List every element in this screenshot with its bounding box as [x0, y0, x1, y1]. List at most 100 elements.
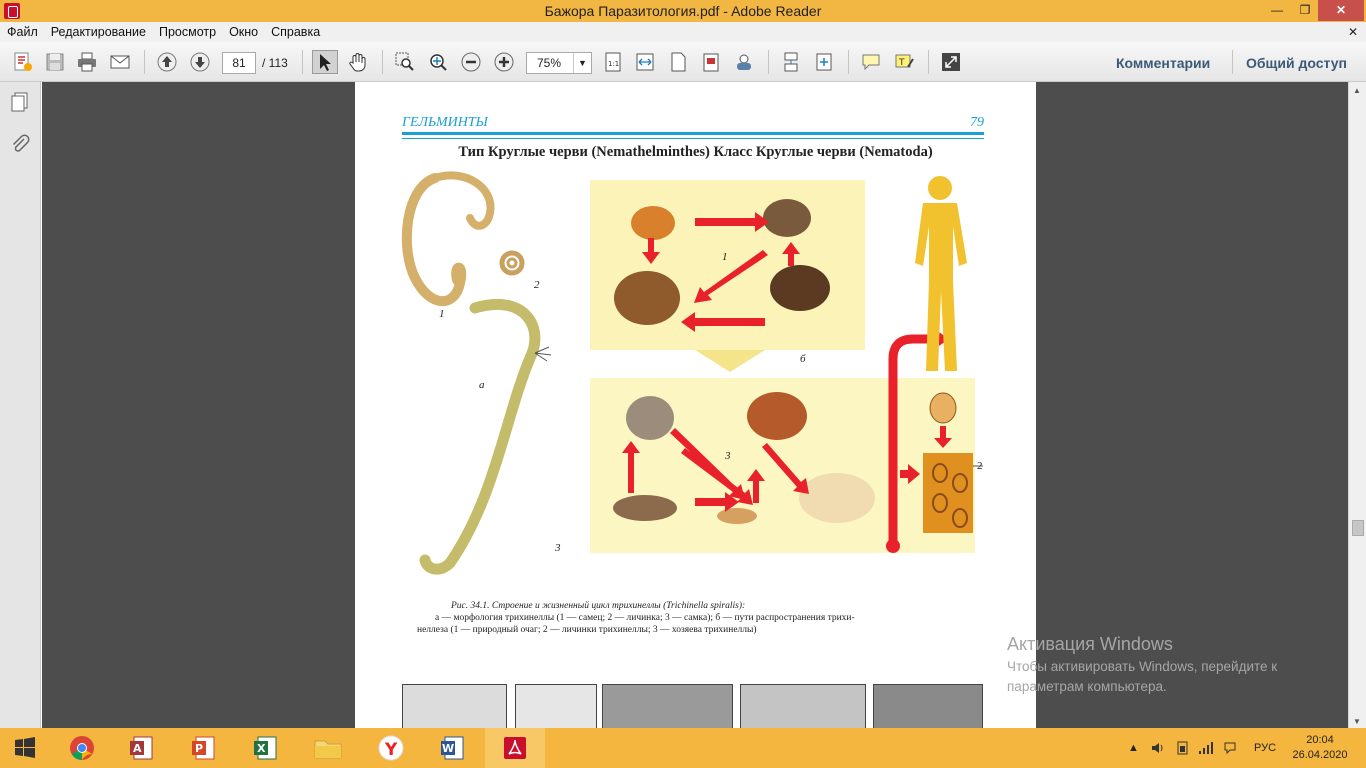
- menu-edit[interactable]: Редактирование: [51, 25, 146, 39]
- taskbar: A P X Y W ▲ РУС 20:04 26.04.2020: [0, 728, 1366, 768]
- menu-window[interactable]: Окно: [229, 25, 258, 39]
- micrograph-4: [740, 684, 866, 728]
- zoom-value: 75%: [537, 56, 562, 70]
- excel-icon[interactable]: X: [236, 728, 296, 768]
- micrograph-5: [873, 684, 983, 728]
- micrograph-3: [602, 684, 733, 728]
- svg-text:P: P: [195, 742, 203, 755]
- page-header: ГЕЛЬМИНТЫ 79: [402, 115, 984, 139]
- access-icon[interactable]: A: [112, 728, 172, 768]
- page-total: / 113: [262, 56, 288, 70]
- svg-text:A: A: [133, 742, 142, 755]
- svg-text:X: X: [257, 742, 266, 755]
- share-button[interactable]: Общий доступ: [1246, 55, 1347, 71]
- label-natural-focus: 1: [722, 251, 728, 263]
- svg-text:Y: Y: [384, 740, 398, 760]
- menu-help[interactable]: Справка: [271, 25, 320, 39]
- network-icon[interactable]: [1198, 728, 1214, 768]
- label-female: 3: [555, 542, 561, 554]
- scroll-up-icon[interactable]: ▲: [1353, 86, 1361, 95]
- label-a: а: [479, 379, 485, 391]
- adobe-reader-taskbar-icon[interactable]: [485, 728, 545, 768]
- menu-bar: Файл Редактирование Просмотр Окно Справк…: [0, 22, 1366, 42]
- title-bar: Бажора Паразитология.pdf - Adobe Reader …: [0, 0, 1366, 22]
- page-thumbnails-icon[interactable]: [8, 90, 32, 114]
- activation-watermark-text: Чтобы активировать Windows, перейдите к …: [1007, 659, 1278, 694]
- chevron-down-icon[interactable]: ▼: [573, 53, 591, 73]
- clock-time: 20:04: [1306, 734, 1334, 746]
- comments-button[interactable]: Комментарии: [1116, 55, 1210, 71]
- battery-icon[interactable]: [1175, 728, 1191, 768]
- scroll-thumb[interactable]: [1352, 520, 1364, 536]
- label-larva: 2: [534, 279, 540, 291]
- caption-line-1: Рис. 34.1. Строение и жизненный цикл три…: [451, 601, 746, 611]
- start-button[interactable]: [0, 728, 50, 768]
- hand-tool-icon[interactable]: [345, 50, 371, 74]
- svg-text:T: T: [898, 58, 905, 68]
- micrograph-1: [402, 684, 507, 728]
- activation-watermark-title: Активация Windows: [1007, 634, 1173, 654]
- menu-file[interactable]: Файл: [7, 25, 38, 39]
- volume-icon[interactable]: [1150, 728, 1166, 768]
- scroll-down-icon[interactable]: ▼: [1353, 717, 1361, 726]
- window-title: Бажора Паразитология.pdf - Adobe Reader: [544, 3, 822, 19]
- dynamic-zoom-icon[interactable]: [425, 50, 451, 74]
- read-mode-icon[interactable]: [731, 50, 757, 74]
- navigation-pane: [0, 82, 41, 728]
- trichinella-figure: [401, 171, 983, 575]
- scroll-mode-icon[interactable]: [778, 50, 804, 74]
- fit-page-icon[interactable]: [665, 50, 691, 74]
- show-hidden-icons[interactable]: ▲: [1128, 728, 1139, 768]
- comment-icon[interactable]: [858, 50, 884, 74]
- vertical-scrollbar[interactable]: ▲ ▼: [1348, 82, 1366, 728]
- clock-date: 26.04.2020: [1292, 749, 1348, 761]
- document-viewer[interactable]: ГЕЛЬМИНТЫ 79 Тип Круглые черви (Nemathel…: [42, 82, 1348, 728]
- language-indicator[interactable]: РУС: [1254, 728, 1276, 768]
- label-larvae: 2: [977, 460, 983, 472]
- caption-line-3: неллеза (1 — природный очаг; 2 — личинки…: [417, 625, 757, 635]
- next-page-icon[interactable]: [187, 50, 213, 74]
- system-clock[interactable]: 20:04 26.04.2020: [1290, 733, 1350, 763]
- previous-page-icon[interactable]: [154, 50, 180, 74]
- zoom-out-icon[interactable]: [458, 50, 484, 74]
- rotate-view-icon[interactable]: [811, 50, 837, 74]
- email-icon[interactable]: [107, 50, 133, 74]
- caption-line-2: а — морфология трихинеллы (1 — самец; 2 …: [435, 613, 855, 623]
- label-male: 1: [439, 308, 445, 320]
- highlight-icon[interactable]: T: [891, 50, 917, 74]
- action-center-icon[interactable]: [1222, 728, 1238, 768]
- file-explorer-icon[interactable]: [298, 728, 358, 768]
- section-title: ГЕЛЬМИНТЫ: [402, 115, 488, 130]
- close-button[interactable]: ✕: [1318, 0, 1364, 21]
- page-title: Тип Круглые черви (Nemathelminthes) Клас…: [458, 144, 933, 160]
- page-layout-icon[interactable]: [698, 50, 724, 74]
- svg-text:1:1: 1:1: [608, 60, 619, 68]
- marquee-zoom-icon[interactable]: [392, 50, 418, 74]
- pdf-page: ГЕЛЬМИНТЫ 79 Тип Круглые черви (Nemathel…: [355, 82, 1036, 728]
- restore-button[interactable]: ❐: [1291, 0, 1319, 21]
- yandex-browser-icon[interactable]: Y: [361, 728, 421, 768]
- figure-caption: Рис. 34.1. Строение и жизненный цикл три…: [417, 600, 955, 636]
- zoom-select[interactable]: 75% ▼: [526, 52, 592, 74]
- label-b: б: [800, 353, 806, 365]
- attachments-icon[interactable]: [8, 132, 32, 156]
- create-pdf-icon[interactable]: [10, 50, 36, 74]
- select-tool-icon[interactable]: [312, 50, 338, 74]
- page-number: 79: [970, 115, 984, 130]
- zoom-in-icon[interactable]: [491, 50, 517, 74]
- close-document-icon[interactable]: ✕: [1348, 25, 1358, 39]
- page-number-input[interactable]: 81: [222, 52, 256, 74]
- fullscreen-icon[interactable]: [938, 50, 964, 74]
- micrograph-2: [515, 684, 597, 728]
- save-icon[interactable]: [42, 50, 68, 74]
- minimize-button[interactable]: —: [1263, 0, 1291, 21]
- fit-width-icon[interactable]: [632, 50, 658, 74]
- powerpoint-icon[interactable]: P: [174, 728, 234, 768]
- print-icon[interactable]: [74, 50, 100, 74]
- svg-text:W: W: [442, 742, 454, 755]
- actual-size-icon[interactable]: 1:1: [600, 50, 626, 74]
- toolbar: 81 / 113 75% ▼ 1:1 T Комментарии Общий д…: [0, 42, 1366, 82]
- word-icon[interactable]: W: [423, 728, 483, 768]
- menu-view[interactable]: Просмотр: [159, 25, 216, 39]
- chrome-icon[interactable]: [52, 728, 112, 768]
